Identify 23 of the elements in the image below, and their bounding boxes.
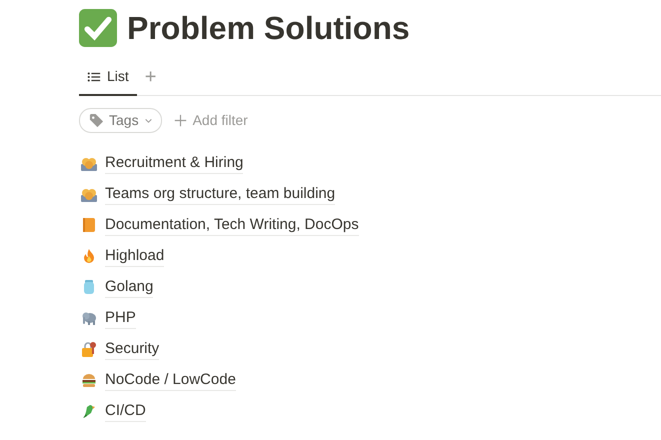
view-tab[interactable]: List — [79, 66, 137, 96]
elephant-icon — [81, 310, 97, 326]
page-link[interactable]: PHP — [105, 306, 136, 328]
book-icon — [81, 216, 97, 232]
tag-icon — [89, 112, 104, 128]
page-link[interactable]: Recruitment & Hiring — [105, 152, 244, 174]
page-link[interactable]: Golang — [105, 276, 154, 298]
page-link[interactable]: NoCode / LowCode — [105, 368, 236, 390]
plus-icon — [174, 114, 187, 126]
page-link[interactable]: Highload — [105, 244, 164, 266]
lock-icon — [81, 340, 97, 356]
page-link[interactable]: Security — [105, 338, 160, 360]
list-icon — [87, 70, 101, 84]
check-icon — [79, 9, 117, 47]
page-link[interactable]: Documentation, Tech Writing, DocOps — [105, 214, 359, 236]
page-title: Problem Solutions — [127, 8, 410, 48]
jar-icon — [81, 278, 97, 294]
burger-icon — [81, 372, 97, 388]
page-link[interactable]: Teams org structure, team building — [105, 182, 336, 204]
fire-icon — [81, 248, 97, 264]
page-link[interactable]: CI/CD — [105, 400, 146, 422]
tags-filter-chip[interactable]: Tags — [79, 108, 162, 132]
parrot-icon — [81, 402, 97, 418]
